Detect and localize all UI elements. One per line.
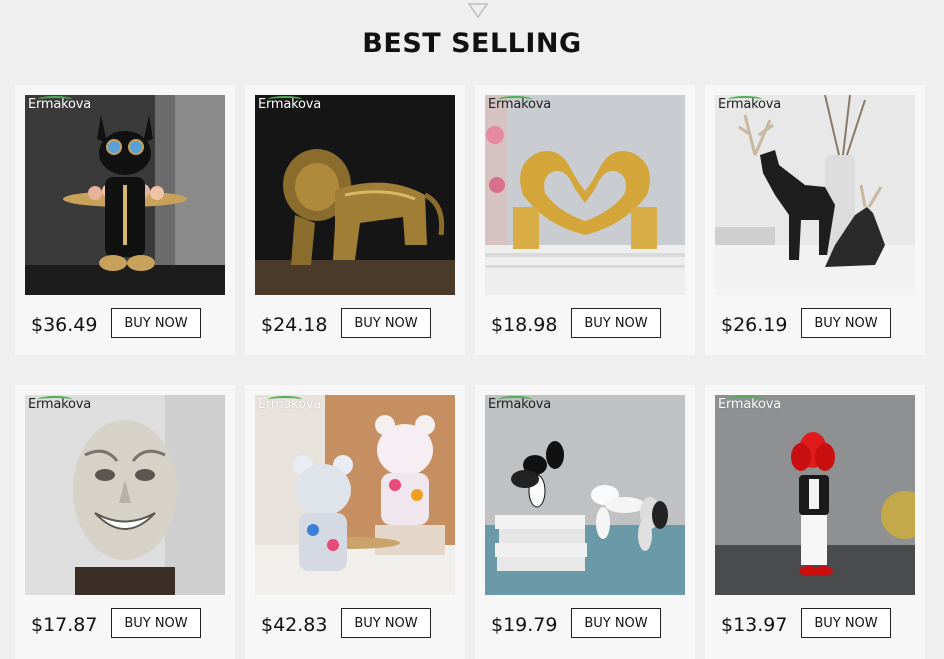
product-card[interactable]: Ermakova $26.19 BUY NOW bbox=[705, 85, 925, 355]
product-image[interactable]: Ermakova bbox=[255, 95, 455, 295]
product-card[interactable]: Ermakova $42.83 BUY NOW bbox=[245, 385, 465, 659]
product-image[interactable]: Ermakova bbox=[715, 395, 915, 595]
brand-logo: Ermakova bbox=[718, 96, 782, 112]
brand-logo: Ermakova bbox=[28, 96, 92, 112]
buy-now-button[interactable]: BUY NOW bbox=[111, 308, 201, 338]
buy-now-button[interactable]: BUY NOW bbox=[801, 308, 891, 338]
section-title: BEST SELLING bbox=[362, 28, 582, 59]
product-card[interactable]: Ermakova $36.49 BUY NOW bbox=[15, 85, 235, 355]
product-card[interactable]: Ermakova $18.98 BUY NOW bbox=[475, 85, 695, 355]
product-card[interactable]: Ermakova $17.87 BUY NOW bbox=[15, 385, 235, 659]
buy-now-button[interactable]: BUY NOW bbox=[341, 308, 431, 338]
brand-logo: Ermakova bbox=[488, 396, 552, 412]
product-image[interactable]: Ermakova bbox=[25, 95, 225, 295]
brand-logo: Ermakova bbox=[718, 396, 782, 412]
product-price: $19.79 bbox=[491, 614, 558, 636]
product-price: $24.18 bbox=[261, 314, 328, 336]
brand-logo: Ermakova bbox=[488, 96, 552, 112]
product-image[interactable]: Ermakova bbox=[485, 95, 685, 295]
product-card[interactable]: Ermakova $19.79 BUY NOW bbox=[475, 385, 695, 659]
buy-now-button[interactable]: BUY NOW bbox=[341, 608, 431, 638]
brand-logo: Ermakova bbox=[258, 96, 322, 112]
product-price: $18.98 bbox=[491, 314, 558, 336]
product-image[interactable]: Ermakova bbox=[25, 395, 225, 595]
product-image[interactable]: Ermakova bbox=[485, 395, 685, 595]
product-card[interactable]: Ermakova $24.18 BUY NOW bbox=[245, 85, 465, 355]
buy-now-button[interactable]: BUY NOW bbox=[801, 608, 891, 638]
product-card[interactable]: Ermakova $13.97 BUY NOW bbox=[705, 385, 925, 659]
buy-now-button[interactable]: BUY NOW bbox=[571, 608, 661, 638]
product-price: $36.49 bbox=[31, 314, 98, 336]
buy-now-button[interactable]: BUY NOW bbox=[571, 308, 661, 338]
buy-now-button[interactable]: BUY NOW bbox=[111, 608, 201, 638]
product-grid: Ermakova $36.49 BUY NOW Ermakova $24.18 … bbox=[15, 85, 925, 659]
brand-logo: Ermakova bbox=[28, 396, 92, 412]
product-image[interactable]: Ermakova bbox=[255, 395, 455, 595]
product-price: $42.83 bbox=[261, 614, 328, 636]
product-image[interactable]: Ermakova bbox=[715, 95, 915, 295]
chevron-down-icon[interactable] bbox=[467, 2, 489, 20]
product-price: $13.97 bbox=[721, 614, 788, 636]
best-selling-section: BEST SELLING Ermakova $36.49 BUY NOW Erm… bbox=[0, 0, 944, 659]
brand-logo: Ermakova bbox=[258, 396, 322, 412]
product-price: $26.19 bbox=[721, 314, 788, 336]
product-price: $17.87 bbox=[31, 614, 98, 636]
